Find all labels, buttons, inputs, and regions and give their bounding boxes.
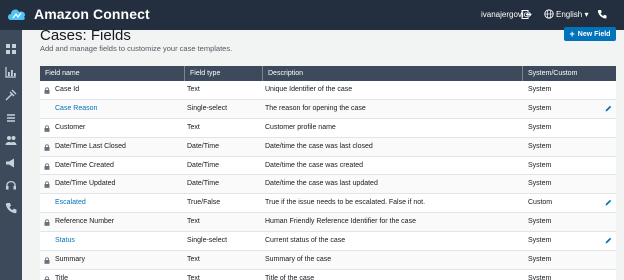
description-cell: Date/time the case was last closed (265, 142, 373, 150)
field-name-cell: Reference Number (55, 218, 115, 226)
language-label: English (556, 10, 583, 19)
description-cell: Current status of the case (265, 237, 346, 245)
field-name-cell: Date/Time Last Closed (55, 142, 126, 150)
field-type-cell: Text (187, 86, 200, 93)
system-custom-cell: System (528, 86, 552, 93)
system-custom-cell: System (528, 123, 552, 131)
metrics-icon[interactable] (5, 66, 17, 78)
lock-icon (44, 162, 50, 170)
field-name-link[interactable]: Case Reason (55, 100, 185, 118)
table-row[interactable]: Case Id Text Unique Identifier of the case… (40, 81, 616, 100)
edit-pencil-icon[interactable] (605, 105, 612, 112)
description-cell: Date/time the case was last updated (265, 180, 378, 188)
new-field-button[interactable]: + New Field (564, 27, 616, 41)
field-name-cell: Customer (55, 123, 86, 131)
column-header-description[interactable]: Description (263, 66, 523, 81)
field-type-cell: Date/Time (187, 142, 220, 150)
table-row[interactable]: Reference Number Text Human Friendly Refer… (40, 213, 616, 233)
phone-numbers-icon[interactable] (5, 202, 17, 214)
amazon-connect-logo-icon[interactable] (6, 6, 28, 24)
plus-icon: + (569, 28, 575, 39)
routing-icon[interactable] (5, 89, 17, 101)
new-field-label: New Field (577, 30, 611, 38)
top-bar: Amazon Connect ivanajergovic English ▾ (0, 0, 624, 30)
system-custom-cell: System (528, 142, 552, 150)
system-custom-cell: System (528, 161, 552, 169)
description-cell: Title of the case (265, 274, 315, 280)
field-type-cell: Date/Time (187, 180, 220, 188)
field-name-cell: Case Id (55, 86, 80, 93)
table-row[interactable]: Date/Time Updated Date/Time Date/time the … (40, 175, 616, 195)
lock-icon (44, 181, 50, 189)
fields-table: Field name Field type Description System… (40, 66, 616, 280)
column-header-system-custom[interactable]: System/Custom (523, 66, 616, 81)
column-header-field-type[interactable]: Field type (185, 66, 263, 81)
field-type-cell: Text (187, 218, 200, 226)
field-type-cell: Single-select (187, 237, 228, 245)
table-row[interactable]: Date/Time Last Closed Date/Time Date/time … (40, 137, 616, 157)
channels-icon[interactable] (5, 112, 17, 124)
phone-icon[interactable] (597, 9, 607, 19)
table-header: Field name Field type Description System… (40, 66, 616, 81)
system-custom-cell: System (528, 218, 552, 226)
page-subtitle: Add and manage fields to customize your … (40, 44, 233, 53)
system-custom-cell: System (528, 104, 552, 112)
description-cell: The reason for opening the case (265, 104, 366, 112)
field-name-cell: Date/Time Updated (55, 180, 116, 188)
field-type-cell: Date/Time (187, 161, 220, 169)
field-name-cell: Title (55, 274, 68, 280)
system-custom-cell: System (528, 274, 552, 280)
description-cell: Summary of the case (265, 256, 332, 264)
lock-icon (44, 87, 50, 94)
edit-pencil-icon[interactable] (605, 199, 612, 206)
table-row[interactable]: Date/Time Created Date/Time Date/time the … (40, 157, 616, 176)
lock-icon (44, 276, 50, 280)
table-row[interactable]: Customer Text Customer profile name System (40, 119, 616, 138)
table-row[interactable]: Summary Text Summary of the case System (40, 251, 616, 270)
dashboard-icon[interactable] (5, 43, 17, 55)
field-name-cell: Summary (55, 256, 85, 264)
table-row[interactable]: Escalated True/False True if the issue nee… (40, 194, 616, 214)
field-name-cell: Date/Time Created (55, 161, 114, 169)
edit-pencil-icon[interactable] (605, 237, 612, 244)
description-cell: Unique Identifier of the case (265, 86, 353, 93)
table-row[interactable]: Title Text Title of the case System (40, 270, 616, 280)
sidebar (0, 30, 22, 280)
system-custom-cell: System (528, 256, 552, 264)
system-custom-cell: Custom (528, 199, 553, 207)
field-type-cell: Single-select (187, 104, 228, 112)
lock-icon (44, 257, 50, 264)
field-name-link[interactable]: Status (55, 232, 185, 250)
table-row[interactable]: Case Reason Single-select The reason for o… (40, 99, 616, 119)
headset-icon[interactable] (5, 179, 17, 191)
table-row[interactable]: Status Single-select Current status of the… (40, 232, 616, 252)
campaigns-icon[interactable] (5, 157, 17, 169)
description-cell: Human Friendly Reference Identifier for … (265, 218, 416, 226)
description-cell: True if the issue needs to be escalated.… (265, 199, 426, 207)
users-icon[interactable] (5, 134, 17, 146)
description-cell: Date/time the case was created (265, 161, 364, 169)
brand-title[interactable]: Amazon Connect (34, 6, 150, 22)
logout-icon[interactable] (521, 9, 532, 20)
description-cell: Customer profile name (265, 123, 336, 131)
field-type-cell: Text (187, 123, 200, 131)
field-type-cell: Text (187, 256, 200, 264)
system-custom-cell: System (528, 237, 552, 245)
field-type-cell: True/False (187, 199, 221, 207)
chevron-down-icon: ▾ (584, 10, 589, 19)
globe-icon (544, 9, 554, 19)
field-name-link[interactable]: Escalated (55, 194, 185, 212)
field-type-cell: Text (187, 274, 200, 280)
table-body: Case Id Text Unique Identifier of the case… (40, 81, 616, 280)
column-header-field-name[interactable]: Field name (40, 66, 185, 81)
lock-icon (44, 219, 50, 227)
lock-icon (44, 144, 50, 151)
system-custom-cell: System (528, 180, 552, 188)
page-title: Cases: Fields (40, 27, 131, 44)
language-selector[interactable]: English ▾ (556, 10, 589, 19)
lock-icon (44, 125, 50, 132)
